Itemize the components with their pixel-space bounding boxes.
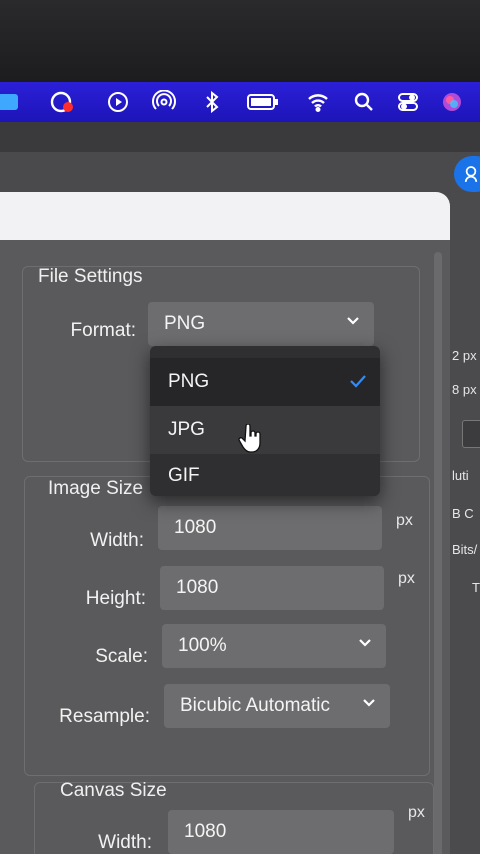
canvas-width-input[interactable]: 1080 [168,810,394,854]
scale-select[interactable]: 100% [162,624,386,668]
format-option-label: PNG [168,371,210,392]
height-label: Height: [85,588,146,609]
properties-panel [450,200,480,854]
height-unit: px [398,570,415,587]
siri-icon[interactable] [438,88,466,116]
resample-select[interactable]: Bicubic Automatic [164,684,390,728]
width-label: Width: [90,530,144,551]
scale-label: Scale: [95,646,148,667]
panel-value-2: 8 px [452,382,477,397]
canvas-size-title: Canvas Size [60,780,167,801]
play-icon[interactable] [104,88,132,116]
format-option-png[interactable]: PNG [150,358,380,406]
search-icon[interactable] [350,88,378,116]
width-value: 1080 [174,517,217,538]
width-input[interactable]: 1080 [158,506,382,550]
airdrop-icon[interactable] [150,88,178,116]
hand-cursor-icon [238,424,261,453]
bluetooth-icon[interactable] [198,88,226,116]
file-settings-title: File Settings [38,266,143,287]
scale-value: 100% [178,635,227,656]
height-value: 1080 [176,577,219,598]
resample-value: Bicubic Automatic [180,695,330,716]
resample-label: Resample: [59,706,150,727]
height-input[interactable]: 1080 [160,566,384,610]
format-option-label: GIF [168,465,200,486]
panel-label-bits: Bits/ [452,542,478,557]
dialog-scrollbar[interactable] [434,252,442,854]
panel-value-1: 2 px [452,348,477,363]
canvas-width-value: 1080 [184,821,227,842]
user-icon [464,166,478,183]
monitor-bezel [0,0,480,84]
image-size-title: Image Size [48,478,144,499]
format-select[interactable]: PNG [148,302,374,346]
canvas-width-label: Width: [98,832,152,853]
format-value: PNG [164,313,206,334]
battery-icon[interactable] [246,88,280,116]
panel-label-resolution: luti [452,468,469,483]
chevron-down-icon [363,699,375,707]
chevron-down-icon [347,317,359,325]
panel-label-t: T [472,580,480,595]
format-option-label: JPG [168,419,205,440]
panel-label-mode: B C [452,506,474,521]
checkmark-icon [350,375,366,388]
format-option-jpg[interactable]: JPG [150,406,380,454]
format-dropdown-menu: PNG JPG GIF [150,346,380,496]
finder-icon[interactable] [0,88,22,116]
width-unit: px [396,512,413,529]
wifi-icon[interactable] [304,88,332,116]
panel-image-button[interactable] [462,420,480,448]
format-option-gif[interactable]: GIF [150,452,380,496]
canvas-width-unit: px [408,804,425,821]
format-label: Format: [70,320,136,341]
dialog-header [0,192,450,240]
menu-bar [0,82,480,122]
chevron-down-icon [359,639,371,647]
creative-cloud-icon[interactable] [48,88,76,116]
control-center-icon[interactable] [394,88,422,116]
